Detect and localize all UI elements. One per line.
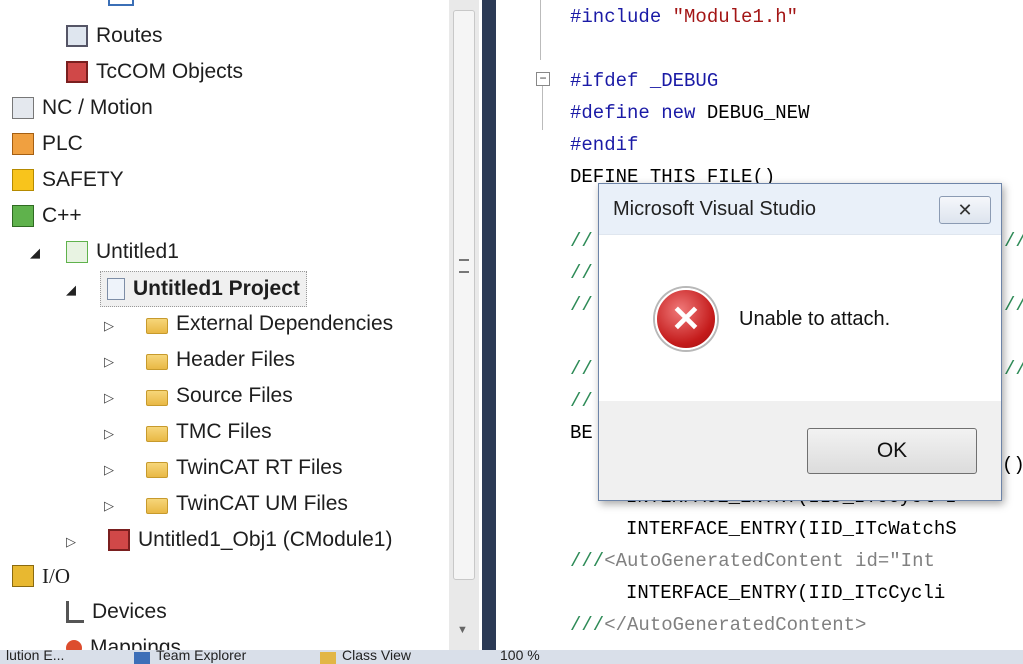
tccom-icon: [66, 61, 88, 83]
code-line-fragment: (): [1002, 454, 1023, 476]
code-line: //: [570, 294, 593, 316]
tab-class-view[interactable]: Class View: [342, 650, 411, 663]
folder-icon: [146, 498, 168, 514]
tree-item-tmc-files[interactable]: TMC Files: [146, 415, 272, 449]
code-line: //: [570, 230, 593, 252]
nc-motion-icon: [12, 97, 34, 119]
expand-arrow-icon[interactable]: ▷: [104, 318, 114, 334]
error-dialog: Microsoft Visual Studio ✕ ✕ Unable to at…: [598, 183, 1002, 501]
tree-item-twincat-um-files[interactable]: TwinCAT UM Files: [146, 487, 348, 521]
grip-icon: [459, 259, 469, 273]
tab-team-explorer[interactable]: Team Explorer: [156, 650, 246, 663]
devices-icon: [66, 601, 84, 623]
tree-scrollbar[interactable]: ▼: [449, 0, 479, 650]
class-view-icon: [320, 652, 336, 664]
code-line: ///<AutoGeneratedContent id="Int: [570, 550, 935, 572]
dialog-body: ✕ Unable to attach.: [599, 235, 1001, 403]
tree-item-header-files[interactable]: Header Files: [146, 343, 295, 377]
module-icon: [108, 0, 134, 6]
outline-guide: [540, 0, 541, 60]
collapse-arrow-icon[interactable]: ◢: [66, 282, 76, 298]
dialog-title-bar: Microsoft Visual Studio ✕: [599, 184, 1001, 235]
code-line-fragment: //: [1004, 294, 1023, 316]
tree-item-source-files[interactable]: Source Files: [146, 379, 293, 413]
code-line: //: [570, 390, 593, 412]
scrollbar-thumb[interactable]: [453, 10, 475, 580]
zoom-level[interactable]: 100 %: [500, 650, 540, 663]
code-line: #endif: [570, 134, 639, 156]
dialog-title: Microsoft Visual Studio: [613, 197, 817, 220]
io-icon: [12, 565, 34, 587]
expand-arrow-icon[interactable]: ▷: [104, 354, 114, 370]
folder-icon: [146, 462, 168, 478]
collapse-arrow-icon[interactable]: ◢: [30, 245, 40, 261]
cpp-project-icon: [66, 241, 88, 263]
folder-icon: [146, 354, 168, 370]
pane-splitter[interactable]: [482, 0, 496, 650]
tree-item-tccom-objects[interactable]: TcCOM Objects: [66, 55, 243, 89]
expand-arrow-icon[interactable]: ▷: [104, 498, 114, 514]
code-line: //: [570, 262, 593, 284]
expand-arrow-icon[interactable]: ▷: [104, 462, 114, 478]
tree-item-safety[interactable]: SAFETY: [12, 163, 124, 197]
tree-item-devices[interactable]: Devices: [66, 595, 167, 629]
folder-icon: [146, 390, 168, 406]
folder-shortcut-icon: [146, 318, 168, 334]
tree-item-untitled1-obj1[interactable]: Untitled1_Obj1 (CModule1): [108, 523, 392, 557]
dialog-message: Unable to attach.: [739, 307, 891, 330]
close-icon: ✕: [957, 199, 973, 220]
cpp-icon: [12, 205, 34, 227]
plc-icon: [12, 133, 34, 155]
tree-item-plc[interactable]: PLC: [12, 127, 83, 161]
tccom-object-icon: [108, 529, 130, 551]
tab-solution-explorer[interactable]: lution E...: [6, 650, 64, 663]
tree-item-io[interactable]: I/O: [12, 559, 70, 593]
code-line: //: [570, 358, 593, 380]
tree-item-twincat-rt-files[interactable]: TwinCAT RT Files: [146, 451, 342, 485]
folder-icon: [146, 426, 168, 442]
safety-icon: [12, 169, 34, 191]
mappings-icon: [66, 640, 82, 650]
code-line: ///</AutoGeneratedContent>: [570, 614, 867, 636]
scroll-down-icon[interactable]: ▼: [457, 624, 468, 636]
team-explorer-icon: [134, 652, 150, 664]
code-line: INTERFACE_ENTRY(IID_ITcWatchS: [626, 518, 957, 540]
tree-item-mappings[interactable]: Mappings: [66, 631, 181, 650]
routes-icon: [66, 25, 88, 47]
code-line-fragment: //: [1004, 358, 1023, 380]
code-line: INTERFACE_ENTRY(IID_ITcCycli: [626, 582, 946, 604]
outline-guide: [542, 86, 543, 130]
project-file-icon: [107, 278, 125, 300]
tree-item-untitled1-project[interactable]: Untitled1 Project: [100, 271, 307, 307]
code-line: #include "Module1.h": [570, 6, 799, 28]
bottom-tab-bar: lution E... Team Explorer Class View 100…: [0, 650, 1023, 664]
collapse-region-icon[interactable]: −: [536, 72, 550, 86]
expand-arrow-icon[interactable]: ▷: [104, 426, 114, 442]
solution-explorer: Routes TcCOM Objects NC / Motion PLC SAF…: [0, 0, 482, 650]
tree-item-routes[interactable]: Routes: [66, 19, 163, 53]
tree-item-untitled1[interactable]: Untitled1: [66, 235, 179, 269]
tree-item-cpp[interactable]: C++: [12, 199, 82, 233]
expand-arrow-icon[interactable]: ▷: [66, 534, 76, 550]
code-line: #ifdef _DEBUG: [570, 70, 719, 92]
ok-button[interactable]: OK: [807, 428, 977, 474]
code-line-fragment: //: [1004, 230, 1023, 252]
tree-item-nc-motion[interactable]: NC / Motion: [12, 91, 153, 125]
close-button[interactable]: ✕: [939, 196, 991, 224]
code-line: #define new DEBUG_NEW: [570, 102, 810, 124]
tree-item-external-dependencies[interactable]: External Dependencies: [146, 307, 393, 341]
code-line: BE: [570, 422, 593, 444]
dialog-footer: OK: [599, 401, 1001, 500]
error-icon: ✕: [655, 288, 717, 350]
expand-arrow-icon[interactable]: ▷: [104, 390, 114, 406]
